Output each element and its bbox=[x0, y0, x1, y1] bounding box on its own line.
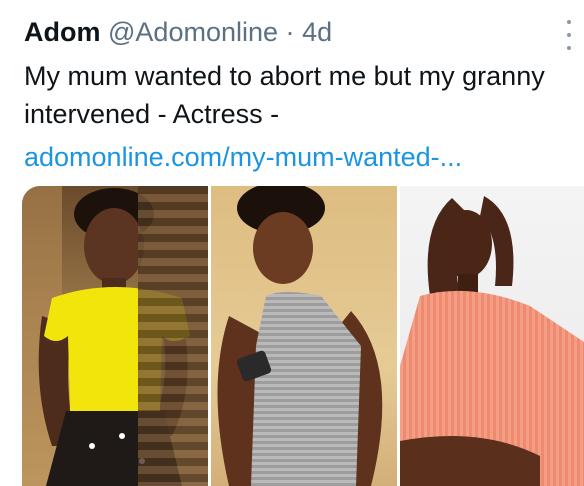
author-handle[interactable]: @Adomonline bbox=[108, 17, 278, 47]
tweet[interactable]: Adom @Adomonline · 4d My mum wanted to a… bbox=[0, 0, 584, 486]
photo-3[interactable] bbox=[400, 186, 584, 486]
window-blinds bbox=[138, 186, 209, 486]
photo-1[interactable] bbox=[22, 186, 209, 486]
woman-grey-dress-illustration bbox=[211, 186, 398, 486]
tweet-link[interactable]: adomonline.com/my-mum-wanted-... bbox=[24, 138, 462, 176]
author-name[interactable]: Adom bbox=[24, 17, 101, 47]
separator-dot: · bbox=[285, 17, 295, 47]
tweet-header: Adom @Adomonline · 4d bbox=[24, 14, 332, 50]
photo-2[interactable] bbox=[211, 186, 398, 486]
tweet-text: My mum wanted to abort me but my granny … bbox=[24, 61, 545, 129]
more-options-icon[interactable] bbox=[562, 20, 576, 50]
tweet-media[interactable] bbox=[22, 186, 584, 486]
tweet-time[interactable]: 4d bbox=[302, 17, 332, 47]
woman-pink-sweater-illustration bbox=[400, 196, 584, 486]
